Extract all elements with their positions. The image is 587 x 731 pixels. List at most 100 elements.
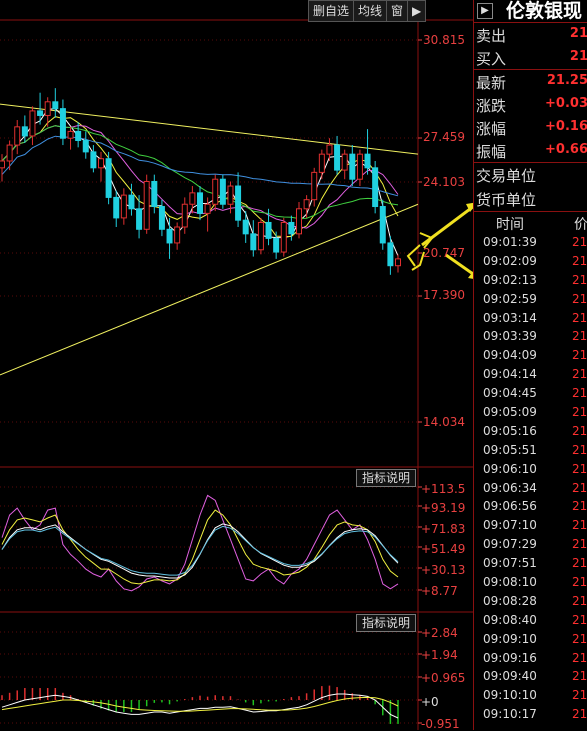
candle-body — [105, 158, 112, 198]
window-button[interactable]: 窗 — [387, 1, 409, 21]
tick-row: 09:06:10 21 — [474, 461, 587, 480]
candle-body — [364, 153, 371, 169]
candle-body — [189, 192, 196, 205]
tick-time: 09:10:17 — [483, 707, 537, 722]
currency-unit-row: 货币单位 — [474, 187, 587, 211]
quote-row-latest: 最新 21.25 — [474, 69, 587, 93]
candle-body — [356, 153, 363, 180]
candle-body — [52, 101, 59, 110]
tick-price: 21 — [572, 669, 587, 684]
tick-time: 09:02:59 — [483, 291, 537, 306]
tick-price: 21 — [572, 310, 587, 325]
ind1-line-j — [1, 494, 399, 592]
tick-row: 09:04:45 21 — [474, 385, 587, 404]
tick-price: 21 — [572, 518, 587, 533]
tick-price: 21 — [572, 631, 587, 646]
candle-body — [273, 237, 280, 253]
candle-body — [326, 144, 333, 155]
candle-body — [181, 203, 188, 228]
candle-body — [113, 196, 120, 219]
annotation-arrow — [421, 204, 473, 247]
tick-row: 09:05:51 21 — [474, 442, 587, 461]
tick-price: 21 — [572, 707, 587, 722]
candle-body — [174, 226, 181, 244]
tick-time: 09:09:16 — [483, 650, 537, 665]
candle-body — [120, 194, 127, 219]
quote-label: 最新 — [476, 74, 507, 92]
y-axis-label: 30.815 — [423, 33, 465, 47]
remove-favorite-button[interactable]: 删自选 — [309, 1, 355, 21]
tick-time: 09:01:39 — [483, 235, 537, 249]
candle-body — [372, 167, 379, 208]
tick-time: 09:05:16 — [483, 423, 537, 438]
tick-row: 09:06:34 21 — [474, 480, 587, 499]
panel-pin-icon[interactable]: ▶ — [477, 3, 493, 19]
tick-row: 09:02:59 21 — [474, 291, 587, 310]
tick-time: 09:04:09 — [483, 348, 537, 363]
unit-label: 货币单位 — [476, 191, 537, 209]
candle-body — [257, 221, 264, 251]
tick-price: 21 — [572, 386, 587, 401]
quote-label: 振幅 — [476, 143, 507, 161]
candle-body — [67, 130, 74, 139]
tick-time: 09:03:39 — [483, 329, 537, 344]
candle-body — [318, 153, 325, 173]
tick-price: 21 — [572, 423, 587, 438]
tick-row: 09:09:16 21 — [474, 650, 587, 669]
tick-time: 09:06:34 — [483, 480, 537, 495]
y-axis-label: 20.747 — [423, 246, 465, 260]
candle-body — [37, 110, 44, 116]
candle-body — [395, 258, 401, 267]
tick-time: 09:08:28 — [483, 593, 537, 608]
quote-value: +0.03 — [545, 96, 587, 111]
candle-body — [288, 221, 295, 235]
tick-time: 09:02:09 — [483, 253, 537, 268]
quote-value: 21 — [569, 26, 587, 41]
ind2-y-label: +0 — [421, 695, 439, 709]
tick-price: 21 — [572, 367, 587, 382]
candle-body — [0, 160, 5, 169]
pin-icon[interactable]: ▶ — [408, 1, 425, 21]
candle-body — [250, 233, 257, 251]
tick-time: 09:06:56 — [483, 499, 537, 514]
tick-price: 21 — [572, 348, 587, 363]
indicator-help-button[interactable]: 指标说明 — [356, 469, 417, 487]
tick-row: 09:07:10 21 — [474, 517, 587, 536]
tick-row: 09:03:39 21 — [474, 328, 587, 347]
tick-price: 21 — [572, 253, 587, 268]
tick-price: 21 — [572, 499, 587, 514]
ticks-header: 时间 价 — [474, 211, 587, 234]
moving-average-button[interactable]: 均线 — [354, 1, 388, 21]
candle-body — [82, 140, 89, 153]
candle-body — [379, 206, 386, 244]
candle-body — [242, 219, 249, 235]
quote-value: +0.66 — [545, 142, 587, 157]
candle-body — [197, 192, 203, 214]
indicator-help-button-2[interactable]: 指标说明 — [356, 614, 417, 632]
y-axis-label: 17.390 — [423, 288, 465, 302]
candle-body — [227, 185, 234, 205]
quote-value: 21.25 — [546, 73, 587, 88]
tick-row: 09:07:29 21 — [474, 536, 587, 555]
ind2-y-label: +2.84 — [421, 626, 458, 640]
quote-panel: ▶ 伦敦银现 卖出 21 买入 21 最新 21.25 涨跌 +0.03 涨幅 … — [473, 0, 587, 730]
ticks-header-time: 时间 — [496, 217, 524, 233]
candle-body — [311, 171, 318, 201]
tick-time: 09:04:14 — [483, 367, 537, 382]
tick-time: 09:09:40 — [483, 669, 537, 684]
tick-time: 09:07:51 — [483, 556, 537, 571]
tick-row: 09:06:56 21 — [474, 498, 587, 517]
tick-price: 21 — [572, 593, 587, 608]
tick-price: 21 — [572, 442, 587, 457]
tick-time: 09:03:14 — [483, 310, 537, 325]
quote-row-change: 涨跌 +0.03 — [474, 93, 587, 116]
tick-row: 09:02:09 21 — [474, 253, 587, 272]
candle-body — [6, 144, 13, 162]
tick-time: 09:05:09 — [483, 405, 537, 420]
quote-label: 买入 — [476, 50, 507, 68]
candle-body — [158, 206, 165, 230]
candle-body — [296, 208, 302, 235]
candle-body — [151, 180, 158, 208]
tick-row: 09:10:10 21 — [474, 687, 587, 706]
tick-list[interactable]: 09:01:39 21 09:02:09 21 09:02:13 21 09:02:59 21… — [474, 234, 587, 725]
